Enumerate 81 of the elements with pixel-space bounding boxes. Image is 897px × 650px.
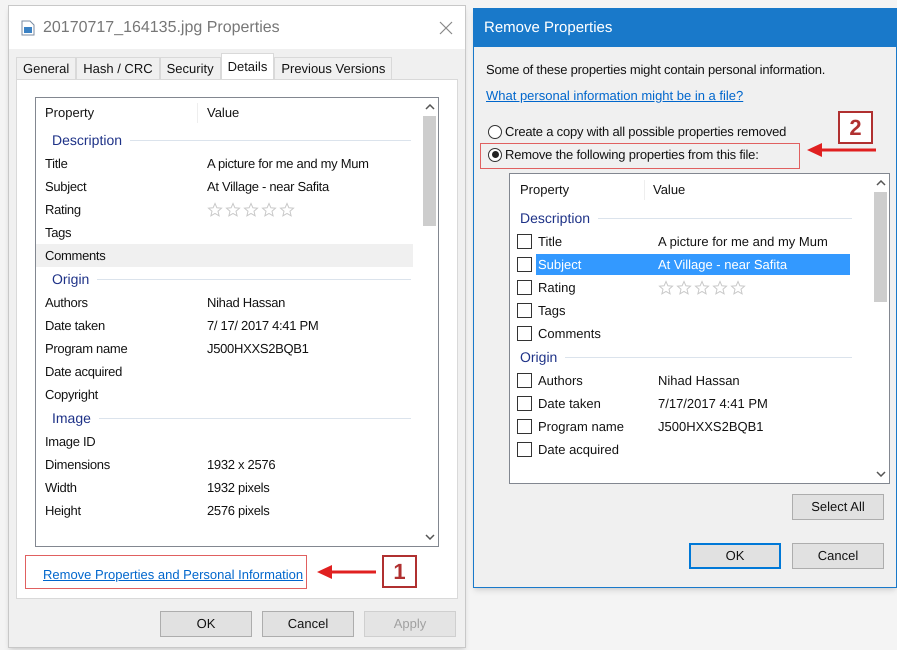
property-row[interactable]: Authors Nihad Hassan — [36, 291, 413, 314]
help-link[interactable]: What personal information might be in a file? — [486, 88, 744, 102]
star-icon — [243, 202, 259, 218]
group-heading: Description — [520, 208, 590, 228]
image-file-icon — [21, 20, 35, 36]
property-row[interactable]: Image ID — [36, 430, 413, 453]
radio-option[interactable]: Create a copy with all possible properties removed — [488, 120, 786, 143]
property-row[interactable]: Title A picture for me and my Mum — [36, 152, 413, 175]
intro-text: Some of these properties might contain personal information. — [486, 61, 826, 79]
star-icon — [712, 280, 728, 296]
scroll-down-icon — [876, 471, 886, 477]
radio-button[interactable] — [488, 148, 502, 162]
star-icon — [658, 280, 674, 296]
step-number: 1 — [382, 555, 417, 588]
property-row[interactable]: Subject At Village - near Safita — [36, 175, 413, 198]
scroll-up-icon — [876, 180, 886, 186]
checkbox[interactable] — [517, 326, 532, 341]
tab[interactable]: Previous Versions — [274, 57, 392, 79]
group-heading: Origin — [520, 348, 558, 367]
property-row[interactable]: Dimensions 1932 x 2576 — [36, 453, 413, 476]
scroll-up-icon — [424, 104, 434, 110]
property-row[interactable]: Copyright — [36, 383, 413, 406]
scrollbar-thumb[interactable] — [423, 116, 436, 226]
checkbox[interactable] — [517, 442, 532, 457]
star-icon — [261, 202, 277, 218]
property-row[interactable]: Tags — [536, 300, 850, 321]
group-heading: Image — [52, 408, 91, 428]
tab[interactable]: Details — [220, 53, 274, 79]
property-row[interactable]: Comments — [36, 244, 413, 267]
window-title: 20170717_164135.jpg Properties — [43, 18, 281, 38]
property-row[interactable]: Height 2576 pixels — [36, 499, 413, 522]
select-all-button[interactable]: Select All — [792, 494, 884, 520]
checkbox[interactable] — [517, 234, 532, 249]
window-title: Remove Properties — [484, 18, 612, 38]
tab[interactable]: General — [16, 57, 76, 79]
property-row[interactable]: Date taken 7/ 17/ 2017 4:41 PM — [36, 314, 413, 337]
dialog-button[interactable]: Cancel — [262, 611, 354, 637]
radio-button[interactable] — [488, 124, 502, 138]
checkbox[interactable] — [517, 396, 532, 411]
dialog-button[interactable]: Cancel — [792, 543, 884, 569]
property-row[interactable]: Rating — [36, 198, 413, 221]
scroll-down-icon — [424, 534, 434, 540]
remove-properties-link[interactable]: Remove Properties and Personal Information — [43, 567, 304, 582]
property-row[interactable]: Title A picture for me and my Mum — [536, 231, 850, 252]
group-heading: Origin — [52, 270, 90, 289]
checkbox[interactable] — [517, 257, 532, 272]
star-icon — [207, 202, 223, 218]
checkbox[interactable] — [517, 280, 532, 295]
checkbox[interactable] — [517, 419, 532, 434]
scrollbar-thumb[interactable] — [874, 192, 887, 302]
dialog-button[interactable]: OK — [160, 611, 252, 637]
star-icon — [279, 202, 295, 218]
column-header[interactable]: Value — [645, 180, 872, 200]
property-row[interactable]: Rating — [536, 277, 850, 298]
property-row[interactable]: Width 1932 pixels — [36, 476, 413, 499]
property-row[interactable]: Comments — [536, 323, 850, 344]
property-row[interactable]: Date acquired — [536, 439, 850, 460]
property-row[interactable]: Program name J500HXXS2BQB1 — [536, 416, 850, 437]
property-row[interactable]: Program name J500HXXS2BQB1 — [36, 337, 413, 360]
close-icon — [439, 20, 453, 34]
arrow-icon — [316, 563, 378, 581]
arrow-icon — [806, 141, 876, 159]
star-icon — [676, 280, 692, 296]
star-icon — [225, 202, 241, 218]
property-row[interactable]: Date taken 7/17/2017 4:41 PM — [536, 393, 850, 414]
property-row[interactable]: Date acquired — [36, 360, 413, 383]
dialog-button[interactable]: OK — [689, 543, 781, 569]
tab[interactable]: Hash / CRC — [76, 57, 160, 79]
radio-option[interactable]: Remove the following properties from this file: — [488, 143, 759, 166]
star-icon — [694, 280, 710, 296]
checkbox[interactable] — [517, 373, 532, 388]
column-header[interactable]: Property — [36, 103, 198, 123]
group-heading: Description — [52, 130, 122, 150]
checkbox[interactable] — [517, 303, 532, 318]
star-icon — [730, 280, 746, 296]
property-row[interactable]: Authors Nihad Hassan — [536, 370, 850, 391]
property-row[interactable]: Tags — [36, 221, 413, 244]
column-header[interactable]: Property — [510, 180, 645, 200]
tab[interactable]: Security — [160, 57, 221, 79]
column-header[interactable]: Value — [198, 103, 421, 123]
step-number: 2 — [838, 111, 873, 144]
